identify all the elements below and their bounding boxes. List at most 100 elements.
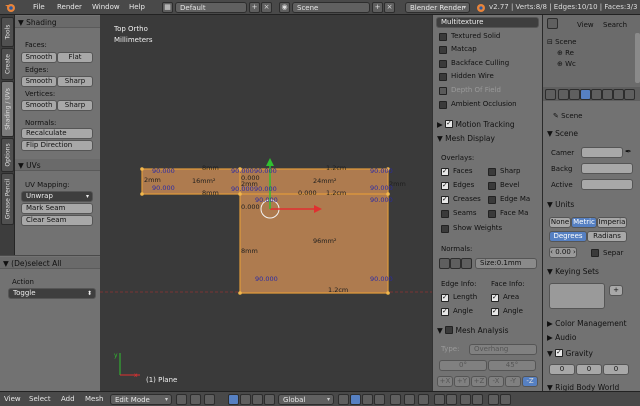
textured-solid-checkbox[interactable]	[439, 33, 447, 41]
outliner-search-menu[interactable]: Search	[603, 21, 627, 29]
limit-selection-icon[interactable]	[390, 394, 401, 405]
axis-neg-z-button[interactable]: -Z	[522, 376, 538, 387]
axis-pos-z-button[interactable]: +Z	[471, 376, 487, 387]
viewport-shading-mode[interactable]: Multitexture	[436, 17, 539, 28]
axis-neg-x-button[interactable]: -X	[488, 376, 504, 387]
edge-angle-checkbox[interactable]	[441, 307, 449, 316]
ambient-occlusion-checkbox[interactable]	[439, 101, 447, 109]
edges-smooth-button[interactable]: Smooth	[21, 76, 57, 87]
degrees-button[interactable]: Degrees	[549, 231, 587, 242]
matcap-checkbox[interactable]	[439, 46, 447, 54]
tab-grease-pencil[interactable]: Grease Pencil	[1, 173, 14, 225]
pivot-point-icon[interactable]	[190, 394, 201, 405]
3d-viewport[interactable]: Top Ortho Millimeters 8mm 1.2cm 2mm 16mm…	[100, 15, 432, 391]
scene-icon[interactable]: ◉	[279, 2, 290, 13]
screen-layout-icon[interactable]: ▦	[162, 2, 173, 13]
menu-select[interactable]: Select	[29, 395, 51, 403]
scene-render-icon[interactable]	[488, 394, 499, 405]
split-normal-icon[interactable]	[450, 258, 461, 269]
add-scene-icon[interactable]: +	[372, 2, 383, 13]
mark-seam-button[interactable]: Mark Seam	[21, 203, 93, 214]
manipulator-rotate-icon[interactable]	[240, 394, 251, 405]
gravity-z-field[interactable]: 0	[603, 364, 629, 375]
face-angle-checkbox[interactable]	[491, 307, 499, 316]
outliner-scrollbar[interactable]	[635, 33, 640, 83]
transform-orientation-dropdown[interactable]: Global ▾	[278, 394, 334, 405]
render-layers-tab-icon[interactable]	[569, 89, 580, 100]
tab-options[interactable]: Options	[1, 138, 14, 172]
audio-panel-header[interactable]: ▶ Audio	[543, 331, 640, 343]
pin-icon[interactable]: ✎	[553, 112, 559, 120]
bevel-overlay-checkbox[interactable]	[488, 182, 496, 190]
creases-overlay-checkbox[interactable]	[441, 195, 449, 204]
gravity-y-field[interactable]: 0	[576, 364, 602, 375]
mesh-display-header[interactable]: ▼ Mesh Display	[437, 134, 495, 145]
menu-file[interactable]: File	[33, 3, 45, 11]
action-dropdown[interactable]: Toggle ⬍	[8, 288, 96, 299]
menu-view[interactable]: View	[4, 395, 21, 403]
camera-field[interactable]	[581, 147, 623, 158]
seams-overlay-checkbox[interactable]	[441, 210, 449, 218]
opengl-animation-icon[interactable]	[472, 394, 483, 405]
snap-toggle-icon[interactable]	[434, 394, 445, 405]
unwrap-button[interactable]: Unwrap ▾	[21, 191, 93, 202]
show-weights-checkbox[interactable]	[441, 225, 449, 233]
render-engine-dropdown[interactable]: Blender Render ▾	[405, 2, 470, 13]
angle-min-field[interactable]: 0°	[439, 360, 487, 371]
background-scene-field[interactable]	[581, 163, 633, 174]
sharp-overlay-checkbox[interactable]	[488, 168, 496, 176]
opengl-render-icon[interactable]	[460, 394, 471, 405]
scene-panel-header[interactable]: ▼ Scene	[543, 127, 640, 139]
manipulator-scale-icon[interactable]	[252, 394, 263, 405]
manipulator-combined-icon[interactable]	[264, 394, 275, 405]
transform-manipulator-icon[interactable]	[204, 394, 215, 405]
active-clip-field[interactable]	[581, 179, 633, 190]
viewport-shading-icon[interactable]	[176, 394, 187, 405]
add-layout-icon[interactable]: +	[249, 2, 260, 13]
face-normal-icon[interactable]	[461, 258, 472, 269]
units-panel-header[interactable]: ▼ Units	[543, 198, 640, 210]
vertex-select-icon[interactable]	[350, 394, 361, 405]
render-tab-icon[interactable]	[558, 89, 569, 100]
gravity-checkbox[interactable]	[555, 348, 564, 357]
edge-marks-overlay-checkbox[interactable]	[488, 196, 496, 204]
layout-dropdown[interactable]: Default	[175, 2, 247, 13]
proportional-falloff-icon[interactable]	[418, 394, 429, 405]
menu-render[interactable]: Render	[57, 3, 82, 11]
backface-culling-checkbox[interactable]	[439, 60, 447, 68]
editor-type-icon[interactable]	[545, 89, 556, 100]
scene-dropdown[interactable]: Scene	[292, 2, 370, 13]
motion-tracking-header[interactable]: ▶ Motion Tracking	[437, 119, 515, 130]
recalculate-button[interactable]: Recalculate	[21, 128, 93, 139]
menu-help[interactable]: Help	[129, 3, 145, 11]
separate-units-checkbox[interactable]	[591, 249, 599, 257]
flip-direction-button[interactable]: Flip Direction	[21, 140, 93, 151]
edge-select-icon[interactable]	[362, 394, 373, 405]
edges-sharp-button[interactable]: Sharp	[57, 76, 93, 87]
unit-none-button[interactable]: None	[549, 217, 571, 228]
keying-sets-list[interactable]	[549, 283, 605, 309]
mode-dropdown[interactable]: Edit Mode ▾	[110, 394, 172, 405]
scene-row[interactable]: ⊟ Scene	[547, 38, 576, 46]
proportional-editing-icon[interactable]	[404, 394, 415, 405]
unit-metric-button[interactable]: Metric	[571, 217, 597, 228]
scene-animation-icon[interactable]	[500, 394, 511, 405]
clear-seam-button[interactable]: Clear Seam	[21, 215, 93, 226]
editor-type-icon[interactable]	[547, 18, 558, 29]
axis-pos-x-button[interactable]: +X	[437, 376, 453, 387]
outliner-view-menu[interactable]: View	[577, 21, 594, 29]
world-tab-icon[interactable]	[591, 89, 602, 100]
vertices-sharp-button[interactable]: Sharp	[57, 100, 93, 111]
layer-icon[interactable]	[338, 394, 349, 405]
object-tab-icon[interactable]	[602, 89, 613, 100]
axis-neg-y-button[interactable]: -Y	[505, 376, 521, 387]
axis-pos-y-button[interactable]: +Y	[454, 376, 470, 387]
face-marks-overlay-checkbox[interactable]	[488, 210, 496, 218]
gravity-panel-header[interactable]: ▼ Gravity	[543, 346, 640, 358]
mesh-analysis-header[interactable]: ▼ Mesh Analysis	[437, 325, 509, 336]
mesh-analysis-checkbox[interactable]	[445, 326, 454, 334]
keying-sets-panel-header[interactable]: ▼ Keying Sets	[543, 265, 640, 277]
motion-tracking-checkbox[interactable]	[445, 119, 454, 128]
faces-overlay-checkbox[interactable]	[441, 167, 449, 176]
tab-tools[interactable]: Tools	[1, 17, 14, 47]
